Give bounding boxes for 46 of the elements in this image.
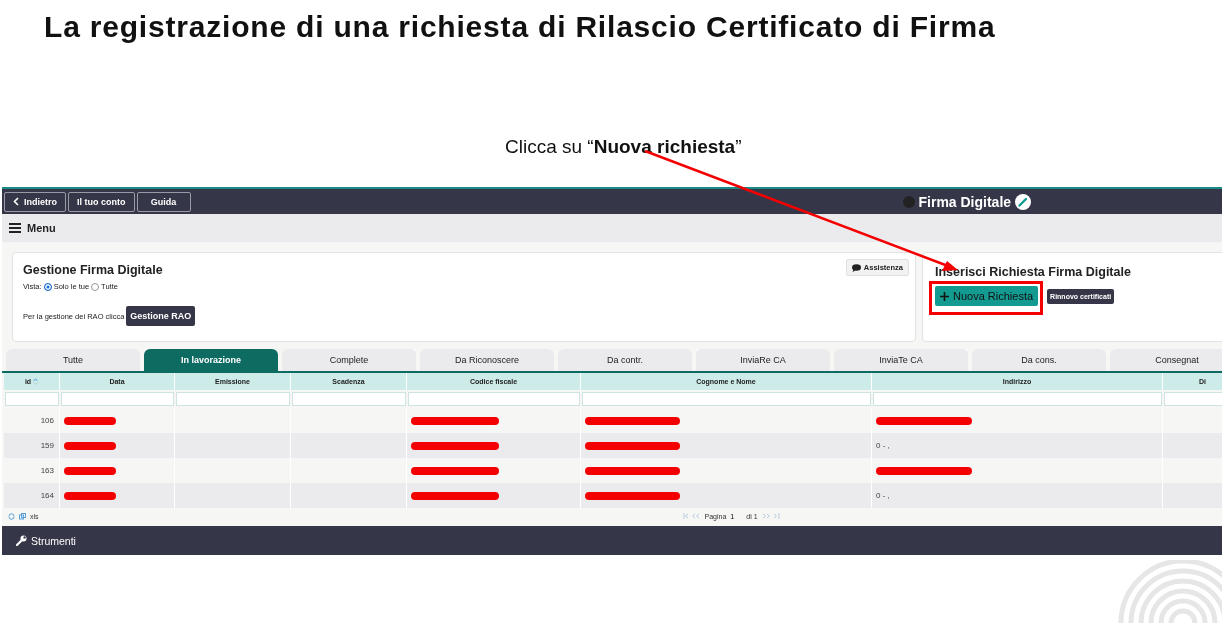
filter-field[interactable] (292, 392, 406, 406)
refresh-icon[interactable] (8, 512, 15, 520)
nav-button[interactable]: Il tuo conto (68, 191, 135, 212)
nav-button[interactable]: Indietro (4, 191, 66, 212)
chat-icon (851, 263, 861, 272)
menu-icon[interactable] (9, 223, 21, 233)
pen-icon (1015, 193, 1032, 210)
annotation-text: Clicca su “Nuova richiesta” (504, 136, 743, 159)
nav-button[interactable]: Guida (136, 191, 191, 212)
export-icon[interactable] (19, 512, 26, 520)
tab[interactable]: Da cons. (972, 349, 1106, 371)
panel-title: Gestione Firma Digitale (23, 263, 163, 277)
table-cell: 0 - , (872, 483, 1163, 508)
radio-button[interactable] (91, 282, 100, 291)
filter-field[interactable] (582, 392, 871, 406)
tab[interactable]: InviaRe CA (696, 349, 830, 371)
tab[interactable]: In lavorazione (144, 349, 278, 371)
rao-button[interactable]: Gestione RAO (126, 306, 196, 326)
table-row[interactable]: 164 0 - , (4, 483, 1222, 508)
table-cell: 164 (4, 483, 60, 508)
first-page-icon[interactable] (682, 513, 701, 519)
last-page-icon[interactable] (761, 513, 780, 519)
filter-field[interactable] (408, 392, 580, 406)
tab[interactable]: Da Riconoscere (420, 349, 554, 371)
new-request-button[interactable]: Nuova Richiesta (935, 286, 1039, 306)
app-title: Firma Digitale (918, 193, 1012, 210)
tools-label[interactable]: Strumenti (31, 534, 76, 547)
filter-field[interactable] (873, 392, 1162, 406)
slide-title: La registrazione di una richiesta di Rilascio Certificato di Firma (43, 9, 997, 45)
filter-field[interactable] (5, 392, 59, 406)
plus-icon (940, 291, 949, 301)
circle-icon (902, 195, 915, 208)
table-row[interactable]: 159 0 - , (4, 433, 1222, 458)
chevron-left-icon (13, 197, 19, 206)
tab[interactable]: Complete (282, 349, 416, 371)
panel-title: Inserisci Richiesta Firma Digitale (935, 265, 1131, 279)
menu-label[interactable]: Menu (27, 222, 56, 234)
filter-field[interactable] (176, 392, 290, 406)
tab[interactable]: Consegnat (1110, 349, 1222, 371)
filter-field[interactable] (1164, 392, 1222, 406)
tab[interactable]: Da contr. (558, 349, 692, 371)
tab[interactable]: Tutte (6, 349, 140, 371)
filter-field[interactable] (61, 392, 174, 406)
wrench-icon (16, 535, 27, 546)
radio-button[interactable] (43, 282, 52, 291)
tab[interactable]: InviaTe CA (834, 349, 968, 371)
